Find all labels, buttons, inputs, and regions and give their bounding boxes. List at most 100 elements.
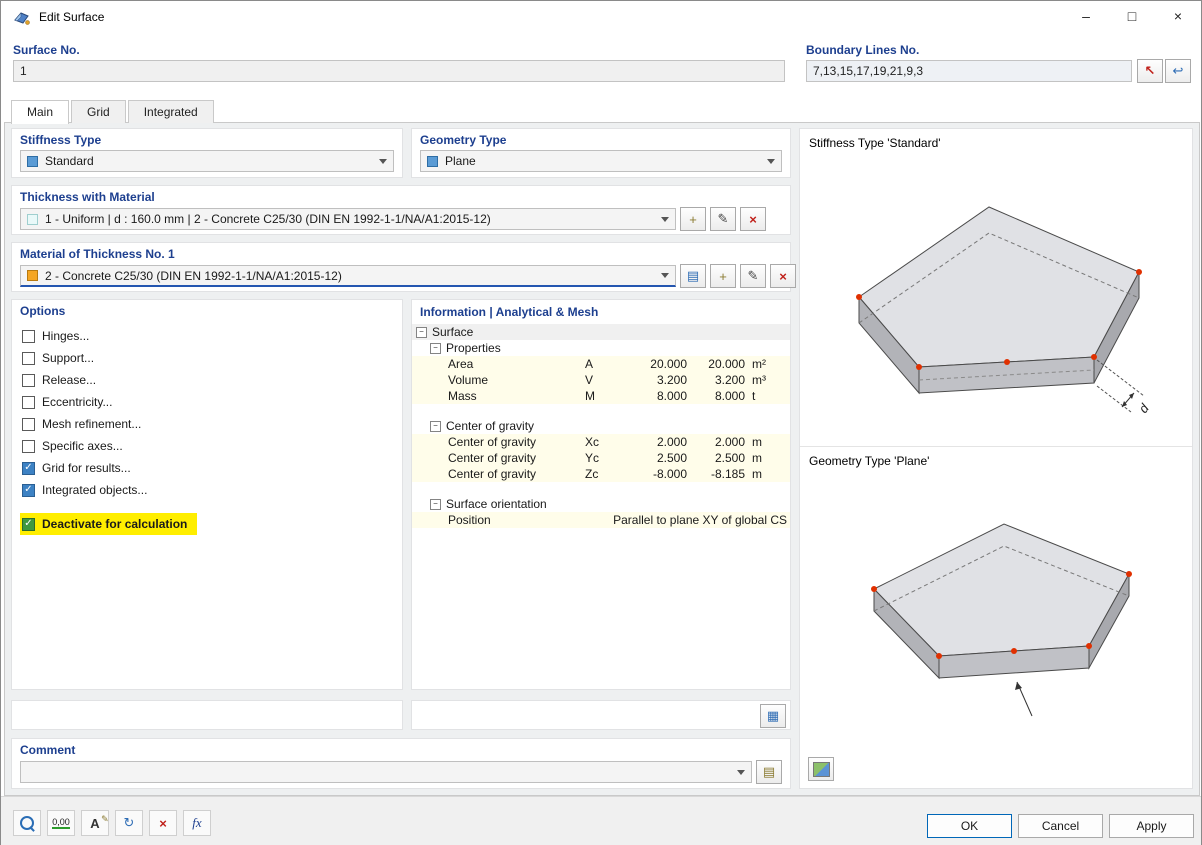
result-table-button[interactable]: ▦ [760,704,786,728]
delete-surface-button[interactable]: × [149,810,177,836]
edit-thickness-button[interactable]: ✎ [710,207,736,231]
rename-icon: A ✎ [90,813,109,831]
release-checkbox[interactable]: ✓ [22,373,35,387]
render-swatch-icon [812,761,830,777]
tab-integrated[interactable]: Integrated [127,100,214,123]
edit-material-button[interactable]: ✎ [740,264,766,288]
option-deactivate-for-calculation[interactable]: ✓ Deactivate for calculation [20,513,198,535]
thickness-select[interactable]: 1 - Uniform | d : 160.0 mm | 2 - Concret… [20,208,676,230]
cancel-button[interactable]: Cancel [1018,814,1103,838]
units-settings-button[interactable]: 0,00 [47,810,75,836]
surface-no-field[interactable]: 1 [13,60,785,82]
material-value: 2 - Concrete C25/30 (DIN EN 1992-1-1/NA/… [45,268,342,283]
collapse-icon[interactable]: − [430,498,441,510]
view-refresh-button[interactable]: ↻ [115,810,143,836]
option-support[interactable]: ✓ Support... [20,347,394,369]
tree-row-cog-y[interactable]: Center of gravity Yc 2.500 2.500 m [412,450,790,466]
tree-row-volume[interactable]: Volume V 3.200 3.200 m³ [412,372,790,388]
refresh-icon: ↻ [123,815,135,830]
integrated-objects-checkbox[interactable]: ✓ [22,483,35,497]
rename-button[interactable]: A ✎ [81,810,109,836]
delete-thickness-button[interactable]: × [740,207,766,231]
option-grid-for-results[interactable]: ✓ Grid for results... [20,457,394,479]
thickness-item-icon [27,213,38,225]
row-symbol: Xc [585,435,600,449]
deactivate-checkbox[interactable]: ✓ [22,517,35,531]
option-integrated-objects[interactable]: ✓ Integrated objects... [20,479,394,501]
pencil-icon: ✎ [747,268,759,283]
tree-row-surface[interactable]: − Surface [412,324,790,340]
tree-row-surface-orientation[interactable]: − Surface orientation [412,496,790,512]
stiffness-type-select[interactable]: Standard [20,150,394,172]
tree-row-mass[interactable]: Mass M 8.000 8.000 t [412,388,790,404]
option-label: Hinges... [42,329,90,343]
geometry-preview-caption: Geometry Type 'Plane' [809,454,930,468]
row-unit: m [752,451,762,465]
eccentricity-checkbox[interactable]: ✓ [22,395,35,409]
left-empty-strip [11,700,403,730]
close-button[interactable]: × [1155,1,1201,33]
row-value-2: 8.000 [714,389,745,403]
tree-row-area[interactable]: Area A 20.000 20.000 m² [412,356,790,372]
mesh-refinement-checkbox[interactable]: ✓ [22,417,35,431]
tab-main[interactable]: Main [11,100,70,124]
row-symbol: V [585,373,594,387]
thickness-dimension-label: d [1136,400,1153,416]
add-icon: + [719,268,727,284]
support-checkbox[interactable]: ✓ [22,351,35,365]
edit-surface-dialog: { "window": { "title": "Edit Surface" },… [0,0,1202,845]
option-label: Grid for results... [42,461,131,475]
information-panel: Information | Analytical & Mesh − Surfac… [411,299,791,690]
material-library-button[interactable]: ▤ [680,264,706,288]
tab-grid[interactable]: Grid [71,100,126,123]
boundary-lines-field[interactable]: 7,13,15,17,19,21,9,3 [806,60,1132,82]
comment-input[interactable] [20,761,752,783]
option-eccentricity[interactable]: ✓ Eccentricity... [20,391,394,413]
search-button[interactable] [13,810,41,836]
material-label: Material of Thickness No. 1 [20,247,175,261]
option-specific-axes[interactable]: ✓ Specific axes... [20,435,394,457]
new-material-button[interactable]: + [710,264,736,288]
collapse-icon[interactable]: − [416,326,427,338]
dialog-footer: 0,00 A ✎ ↻ × fx OK Cancel Apply [1,796,1201,845]
stiffness-preview-caption: Stiffness Type 'Standard' [809,136,941,150]
tree-row-position[interactable]: Position Parallel to plane XY of global … [412,512,790,528]
option-label: Mesh refinement... [42,417,142,431]
row-unit: t [752,389,756,403]
geometry-type-label: Geometry Type [420,133,507,147]
formula-button[interactable]: fx [183,810,211,836]
option-mesh-refinement[interactable]: ✓ Mesh refinement... [20,413,394,435]
check-icon: ✓ [24,462,33,473]
geometry-type-value: Plane [445,154,476,168]
new-thickness-button[interactable]: + [680,207,706,231]
restore-boundary-lines-button[interactable]: ↩ [1165,59,1191,83]
delete-icon: × [159,815,167,831]
comment-options-button[interactable]: ▤ [756,760,782,784]
tree-row-center-of-gravity[interactable]: − Center of gravity [412,418,790,434]
hinges-checkbox[interactable]: ✓ [22,329,35,343]
tree-row-properties[interactable]: − Properties [412,340,790,356]
apply-button[interactable]: Apply [1109,814,1194,838]
option-release[interactable]: ✓ Release... [20,369,394,391]
display-properties-button[interactable] [808,757,834,781]
option-hinges[interactable]: ✓ Hinges... [20,325,394,347]
geometry-type-select[interactable]: Plane [420,150,782,172]
minimize-button[interactable]: – [1063,1,1109,33]
information-tree: − Surface − Properties Area A 20.000 20.… [412,324,790,528]
delete-material-button[interactable]: × [770,264,796,288]
tree-row-cog-z[interactable]: Center of gravity Zc -8.000 -8.185 m [412,466,790,482]
ok-button[interactable]: OK [927,814,1012,838]
collapse-icon[interactable]: − [430,420,441,432]
library-icon: ▤ [686,268,700,283]
row-symbol: M [585,389,595,403]
options-list: ✓ Hinges... ✓ Support... ✓ Release... ✓ … [20,325,394,535]
undo-icon: ↩ [1172,63,1184,78]
grid-for-results-checkbox[interactable]: ✓ [22,461,35,475]
select-boundary-lines-button[interactable]: ↖ [1137,59,1163,83]
specific-axes-checkbox[interactable]: ✓ [22,439,35,453]
option-label: Release... [42,373,97,387]
collapse-icon[interactable]: − [430,342,441,354]
maximize-button[interactable]: □ [1109,1,1155,33]
material-select[interactable]: 2 - Concrete C25/30 (DIN EN 1992-1-1/NA/… [20,265,676,287]
tree-row-cog-x[interactable]: Center of gravity Xc 2.000 2.000 m [412,434,790,450]
